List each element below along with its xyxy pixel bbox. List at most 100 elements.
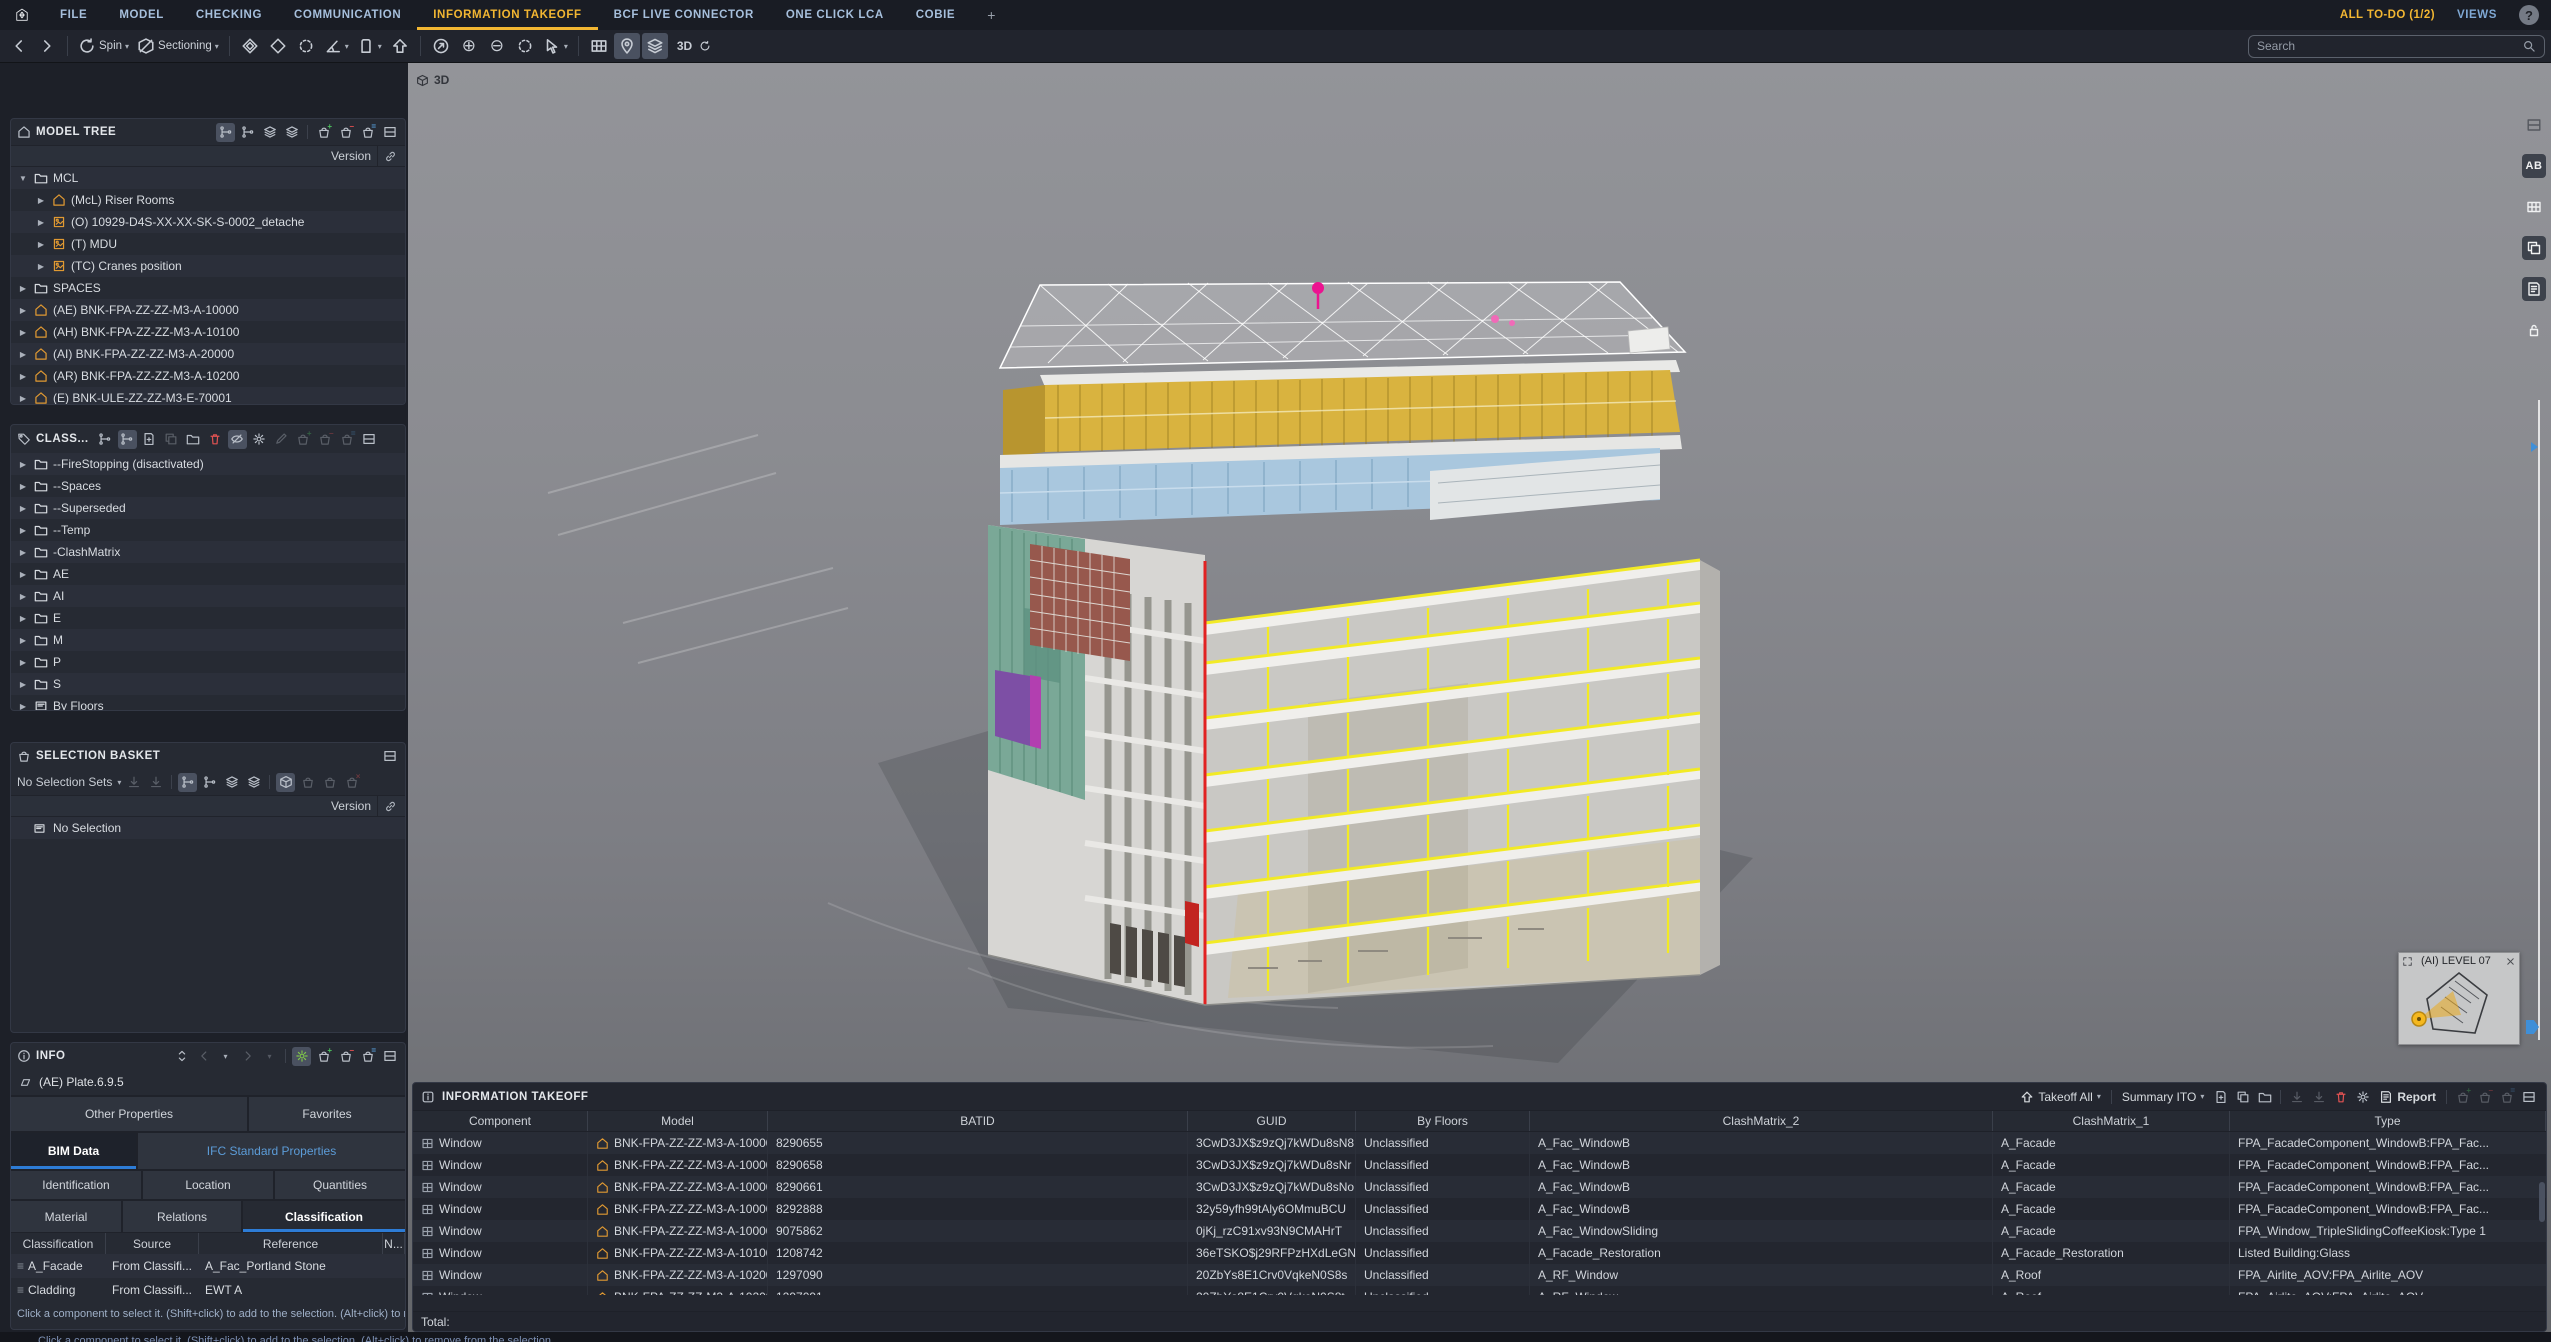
expander-icon[interactable]: ▶ bbox=[17, 328, 29, 337]
expander-icon[interactable]: ▶ bbox=[17, 394, 29, 403]
expander-icon[interactable]: ▼ bbox=[17, 174, 29, 183]
slider-track[interactable] bbox=[2538, 400, 2540, 1040]
redo-button[interactable] bbox=[34, 33, 60, 59]
link-icon[interactable] bbox=[384, 800, 397, 813]
table-row[interactable]: Window BNK-FPA-ZZ-ZZ-M3-A-10000 8290655 … bbox=[413, 1132, 2546, 1154]
tree-view-button[interactable] bbox=[178, 773, 197, 792]
tab-location[interactable]: Location bbox=[143, 1171, 273, 1199]
panel-menu-button[interactable] bbox=[380, 1047, 399, 1066]
menu-item-file[interactable]: FILE bbox=[44, 0, 103, 30]
expander-icon[interactable]: ▶ bbox=[17, 658, 29, 667]
sort-button[interactable] bbox=[172, 1047, 191, 1066]
hide-unclassified-button[interactable] bbox=[228, 430, 247, 449]
delete-button[interactable] bbox=[2331, 1087, 2350, 1106]
basket-remove-button[interactable]: − bbox=[336, 1047, 355, 1066]
expander-icon[interactable]: ▶ bbox=[17, 614, 29, 623]
menu-add-button[interactable]: + bbox=[971, 0, 1012, 30]
select-similar-button[interactable] bbox=[237, 33, 263, 59]
floorplan-minimap[interactable]: (AI) LEVEL 07 bbox=[2398, 952, 2520, 1045]
basket-add-button[interactable]: + bbox=[314, 1047, 333, 1066]
layer-tree-view-button[interactable] bbox=[282, 123, 301, 142]
panel-menu-button[interactable] bbox=[360, 430, 379, 449]
expander-icon[interactable]: ▶ bbox=[17, 702, 29, 711]
basket-add-button[interactable]: + bbox=[2453, 1087, 2472, 1106]
grouped-view-button[interactable] bbox=[118, 430, 137, 449]
classification-item[interactable]: ▶ P bbox=[11, 651, 405, 673]
model-tree-item[interactable]: ▶ (AH) BNK-FPA-ZZ-ZZ-M3-A-10100 bbox=[11, 321, 405, 343]
basket-set-button[interactable]: = bbox=[358, 123, 377, 142]
undo-button[interactable] bbox=[6, 33, 32, 59]
expander-icon[interactable]: ▶ bbox=[17, 306, 29, 315]
search-box[interactable] bbox=[2248, 35, 2545, 58]
basket-add-button[interactable]: + bbox=[294, 430, 313, 449]
classification-item[interactable]: ▶ By Floors bbox=[11, 695, 405, 711]
table-scrollbar[interactable] bbox=[2539, 1182, 2545, 1222]
chevron-down-icon[interactable]: ▾ bbox=[215, 42, 219, 51]
next-button[interactable] bbox=[238, 1047, 257, 1066]
tab-other-properties[interactable]: Other Properties bbox=[11, 1097, 247, 1131]
tab-identification[interactable]: Identification bbox=[11, 1171, 141, 1199]
expander-icon[interactable]: ▶ bbox=[17, 570, 29, 579]
classification-item[interactable]: ▶ S bbox=[11, 673, 405, 695]
menu-item-cobie[interactable]: COBIE bbox=[900, 0, 971, 30]
basket-remove-button[interactable]: − bbox=[2475, 1087, 2494, 1106]
tab-quantities[interactable]: Quantities bbox=[275, 1171, 405, 1199]
search-input[interactable] bbox=[2257, 39, 2516, 53]
tab-bim-data[interactable]: BIM Data bbox=[11, 1133, 136, 1169]
markup-button[interactable]: ▾ bbox=[354, 33, 385, 59]
chevron-down-icon[interactable]: ▾ bbox=[117, 778, 121, 787]
model-tree-item[interactable]: ▶ (E) BNK-ULE-ZZ-ZZ-M3-E-70001 bbox=[11, 387, 405, 405]
menu-item-bcf-live-connector[interactable]: BCF LIVE CONNECTOR bbox=[598, 0, 770, 30]
flat-view-button[interactable] bbox=[238, 123, 257, 142]
panel-menu-button[interactable] bbox=[380, 123, 399, 142]
layer-view-button[interactable] bbox=[260, 123, 279, 142]
menu-item-one-click-lca[interactable]: ONE CLICK LCA bbox=[770, 0, 900, 30]
expander-icon[interactable]: ▶ bbox=[17, 372, 29, 381]
export-button[interactable] bbox=[2309, 1087, 2328, 1106]
home-view-button[interactable] bbox=[387, 33, 413, 59]
cursor-select-button[interactable]: ▾ bbox=[540, 33, 571, 59]
classification-item[interactable]: ▶ M bbox=[11, 629, 405, 651]
folder-button[interactable] bbox=[184, 430, 203, 449]
model-tree-item[interactable]: ▶ (TC) Cranes position bbox=[11, 255, 405, 277]
import-button[interactable] bbox=[2287, 1087, 2306, 1106]
select-fence-button[interactable] bbox=[293, 33, 319, 59]
viewport-layout-button[interactable] bbox=[586, 33, 612, 59]
chevron-down-icon[interactable]: ▾ bbox=[378, 42, 382, 51]
expand-icon[interactable] bbox=[2402, 956, 2413, 967]
copy-takeoff-button[interactable] bbox=[2233, 1087, 2252, 1106]
model-tree-item[interactable]: ▼ MCL bbox=[11, 167, 405, 189]
classification-item[interactable]: ▶ --FireStopping (disactivated) bbox=[11, 453, 405, 475]
tab-ifc-standard-properties[interactable]: IFC Standard Properties bbox=[138, 1133, 405, 1169]
auto-update-gear-button[interactable] bbox=[292, 1047, 311, 1066]
panel-icon[interactable] bbox=[2522, 113, 2546, 137]
chevron-down-icon[interactable]: ▾ bbox=[260, 1047, 279, 1066]
expander-icon[interactable]: ▶ bbox=[17, 460, 29, 469]
expander-icon[interactable]: ▶ bbox=[17, 284, 29, 293]
sectioning-button[interactable]: Sectioning ▾ bbox=[134, 33, 222, 59]
folder-button[interactable] bbox=[2255, 1087, 2274, 1106]
tab-material[interactable]: Material bbox=[11, 1201, 121, 1232]
expander-icon[interactable]: ▶ bbox=[17, 636, 29, 645]
zoom-out-button[interactable]: ⊖ bbox=[484, 33, 510, 59]
expander-icon[interactable]: ▶ bbox=[35, 240, 47, 249]
menu-item-communication[interactable]: COMMUNICATION bbox=[278, 0, 417, 30]
takeoff-all-dropdown[interactable]: Takeoff All▾ bbox=[2016, 1090, 2105, 1104]
expander-icon[interactable]: ▶ bbox=[35, 262, 47, 271]
delete-button[interactable] bbox=[206, 430, 225, 449]
basket-clear-button[interactable]: × bbox=[342, 773, 361, 792]
expander-icon[interactable]: ▶ bbox=[17, 482, 29, 491]
measure-button[interactable]: ▾ bbox=[321, 33, 352, 59]
chevron-down-icon[interactable]: ▾ bbox=[125, 42, 129, 51]
menu-item-checking[interactable]: CHECKING bbox=[180, 0, 278, 30]
table-row[interactable]: Window BNK-FPA-ZZ-ZZ-M3-A-10000 8292888 … bbox=[413, 1198, 2546, 1220]
export-button[interactable] bbox=[146, 773, 165, 792]
basket-remove-button[interactable]: − bbox=[316, 430, 335, 449]
model-tree-item[interactable]: ▶ (AE) BNK-FPA-ZZ-ZZ-M3-A-10000 bbox=[11, 299, 405, 321]
basket-add-button[interactable]: + bbox=[314, 123, 333, 142]
table-row[interactable]: Window BNK-FPA-ZZ-ZZ-M3-A-10100 1208742 … bbox=[413, 1242, 2546, 1264]
tab-favorites[interactable]: Favorites bbox=[249, 1097, 405, 1131]
import-button[interactable] bbox=[124, 773, 143, 792]
building-model[interactable] bbox=[408, 63, 2551, 1082]
prev-button[interactable] bbox=[194, 1047, 213, 1066]
